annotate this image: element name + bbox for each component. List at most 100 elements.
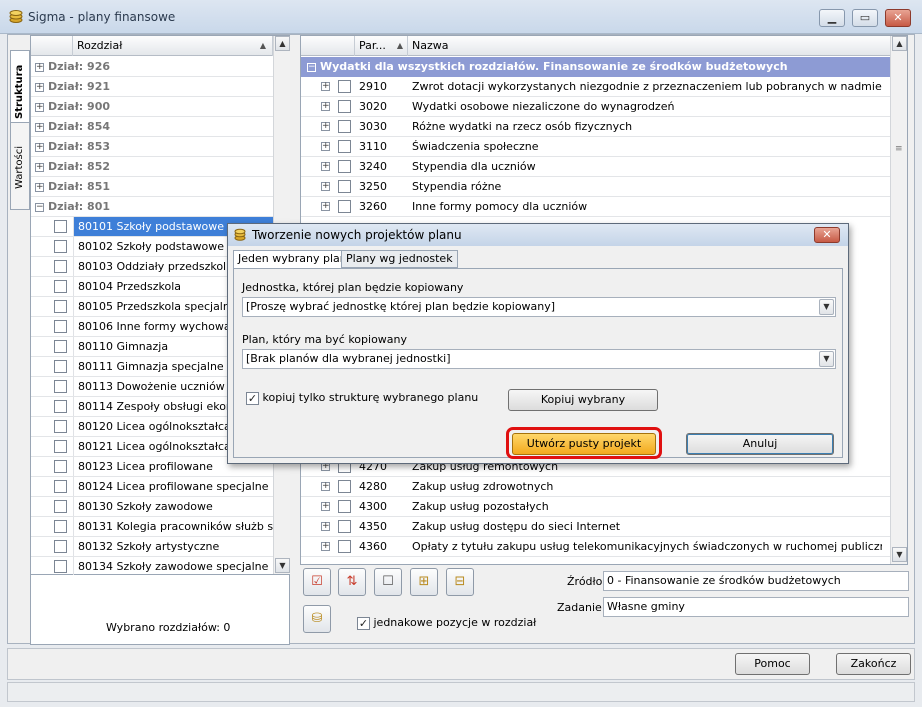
row-checkbox[interactable]	[54, 220, 67, 233]
row-checkbox[interactable]	[54, 480, 67, 493]
tab-plans-by-unit[interactable]: Plany wg jednostek	[341, 250, 458, 268]
row-checkbox[interactable]	[54, 280, 67, 293]
expand-icon[interactable]: +	[321, 102, 330, 111]
unit-select[interactable]: [Proszę wybrać jednostkę której plan będ…	[242, 297, 836, 317]
row-checkbox[interactable]	[54, 500, 67, 513]
cancel-button[interactable]: Anuluj	[686, 433, 834, 455]
list-item[interactable]: 80124 Licea profilowane specjalne	[31, 477, 273, 497]
table-row[interactable]: +4300 Zakup usług pozostałych	[301, 497, 891, 517]
invert-check-icon[interactable]: ⇅	[338, 568, 366, 596]
scroll-up-button[interactable]: ▲	[275, 36, 290, 51]
expand-icon[interactable]: +	[35, 162, 44, 172]
copy-selected-button[interactable]: Kopiuj wybrany	[508, 389, 658, 411]
minimize-button[interactable]: ▁	[819, 9, 845, 27]
group-row-dzial[interactable]: + Dział: 853	[31, 137, 273, 157]
row-checkbox[interactable]	[338, 500, 351, 513]
row-checkbox[interactable]	[338, 180, 351, 193]
row-checkbox[interactable]	[54, 400, 67, 413]
scroll-down-button[interactable]: ▼	[275, 558, 290, 573]
expand-icon[interactable]: +	[321, 82, 330, 91]
coins-stack-icon[interactable]: ⛁	[303, 605, 331, 633]
expand-icon[interactable]: +	[321, 522, 330, 531]
row-checkbox[interactable]	[54, 240, 67, 253]
table-row[interactable]: +3260 Inne formy pomocy dla uczniów	[301, 197, 891, 217]
expand-icon[interactable]: +	[321, 482, 330, 491]
create-empty-project-button[interactable]: Utwórz pusty projekt	[512, 433, 656, 455]
expand-icon[interactable]: +	[321, 162, 330, 171]
list-item[interactable]: 80134 Szkoły zawodowe specjalne	[31, 557, 273, 577]
table-row[interactable]: +3110 Świadczenia społeczne	[301, 137, 891, 157]
same-positions-checkbox[interactable]: ✓	[357, 616, 370, 630]
expand-tree-icon[interactable]: ⊞	[410, 568, 438, 596]
tab-wartosci[interactable]: Wartości	[10, 122, 30, 210]
expand-icon[interactable]: +	[321, 502, 330, 511]
row-checkbox[interactable]	[54, 460, 67, 473]
row-checkbox[interactable]	[54, 560, 67, 573]
expand-icon[interactable]: +	[321, 542, 330, 551]
table-row[interactable]: +2910 Zwrot dotacji wykorzystanych niezgo…	[301, 77, 891, 97]
row-checkbox[interactable]	[338, 200, 351, 213]
row-checkbox[interactable]	[338, 80, 351, 93]
same-positions-option[interactable]: ✓ jednakowe pozycje w rozdział	[357, 616, 536, 630]
expand-icon[interactable]: +	[35, 82, 44, 92]
table-row[interactable]: +4280 Zakup usług zdrowotnych	[301, 477, 891, 497]
dialog-close-button[interactable]: ✕	[814, 227, 840, 243]
row-checkbox[interactable]	[54, 540, 67, 553]
close-window-button[interactable]: ✕	[885, 9, 911, 27]
expand-icon[interactable]: +	[321, 142, 330, 151]
tab-one-plan[interactable]: Jeden wybrany plan	[233, 250, 352, 269]
table-row[interactable]: +4350 Zakup usług dostępu do sieci Intern…	[301, 517, 891, 537]
chevron-down-icon[interactable]: ▼	[819, 351, 834, 367]
table-row[interactable]: +3030 Różne wydatki na rzecz osób fizyczn…	[301, 117, 891, 137]
help-button[interactable]: Pomoc	[735, 653, 810, 675]
list-item[interactable]: 80130 Szkoły zawodowe	[31, 497, 273, 517]
collapse-tree-icon[interactable]: ⊟	[446, 568, 474, 596]
row-checkbox[interactable]	[54, 320, 67, 333]
group-header-row[interactable]: − Wydatki dla wszystkich rozdziałów. Fina…	[301, 57, 891, 77]
row-checkbox[interactable]	[338, 480, 351, 493]
group-row-dzial[interactable]: + Dział: 900	[31, 97, 273, 117]
group-row-dzial[interactable]: + Dział: 852	[31, 157, 273, 177]
column-header-rozdzial[interactable]: Rozdział ▲	[73, 36, 273, 56]
table-row[interactable]: +3250 Stypendia różne	[301, 177, 891, 197]
expand-icon[interactable]: +	[35, 122, 44, 132]
row-checkbox[interactable]	[338, 520, 351, 533]
row-checkbox[interactable]	[54, 440, 67, 453]
scroll-up-button[interactable]: ▲	[892, 36, 907, 51]
collapse-icon[interactable]: −	[307, 62, 316, 72]
expand-icon[interactable]: +	[35, 142, 44, 152]
expand-icon[interactable]: +	[321, 182, 330, 191]
plan-select[interactable]: [Brak planów dla wybranej jednostki] ▼	[242, 349, 836, 369]
row-checkbox[interactable]	[54, 300, 67, 313]
group-row-dzial[interactable]: + Dział: 921	[31, 77, 273, 97]
row-checkbox[interactable]	[338, 120, 351, 133]
column-header-par[interactable]: Par... ▲	[355, 36, 408, 56]
row-checkbox[interactable]	[54, 420, 67, 433]
row-checkbox[interactable]	[54, 360, 67, 373]
check-all-icon[interactable]: ☑	[303, 568, 331, 596]
row-checkbox[interactable]	[338, 160, 351, 173]
chevron-down-icon[interactable]: ▼	[819, 299, 834, 315]
row-checkbox[interactable]	[54, 340, 67, 353]
row-checkbox[interactable]	[54, 380, 67, 393]
scroll-down-button[interactable]: ▼	[892, 547, 907, 562]
group-row-dzial[interactable]: − Dział: 801	[31, 197, 273, 217]
expand-icon[interactable]: +	[321, 122, 330, 131]
expand-icon[interactable]: +	[35, 182, 44, 192]
column-header-nazwa[interactable]: Nazwa	[408, 36, 891, 56]
structure-only-checkbox[interactable]: ✓	[246, 391, 259, 405]
table-row[interactable]: +3020 Wydatki osobowe niezaliczone do wyn…	[301, 97, 891, 117]
table-row[interactable]: +3240 Stypendia dla uczniów	[301, 157, 891, 177]
row-checkbox[interactable]	[338, 140, 351, 153]
right-grid-scrollbar[interactable]: ▲ ≡ ▼	[890, 36, 907, 564]
group-row-dzial[interactable]: + Dział: 851	[31, 177, 273, 197]
group-row-dzial[interactable]: + Dział: 854	[31, 117, 273, 137]
group-row-dzial[interactable]: + Dział: 926	[31, 57, 273, 77]
row-checkbox[interactable]	[338, 540, 351, 553]
row-checkbox[interactable]	[54, 520, 67, 533]
expand-icon[interactable]: +	[35, 62, 44, 72]
maximize-button[interactable]: ▭	[852, 9, 878, 27]
uncheck-all-icon[interactable]: ☐	[374, 568, 402, 596]
zadanie-field[interactable]: Własne gminy	[603, 597, 909, 617]
list-item[interactable]: 80132 Szkoły artystyczne	[31, 537, 273, 557]
